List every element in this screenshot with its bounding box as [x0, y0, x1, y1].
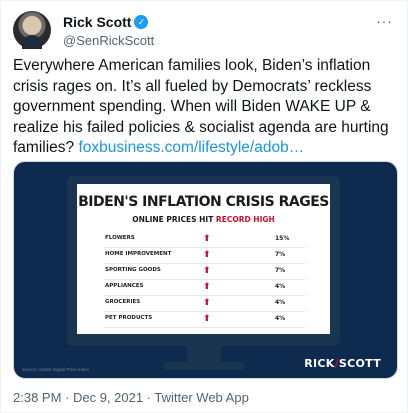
table-row: PET PRODUCTS ⬆ 4%	[105, 312, 305, 328]
row-category: SPORTING GOODS	[105, 267, 161, 273]
tweet-text: Everywhere American families look, Biden…	[13, 56, 397, 159]
row-category: GROCERIES	[105, 299, 141, 305]
up-arrow-icon: ⬆	[203, 249, 211, 259]
table-row: FLOWERS ⬆ 15%	[105, 232, 305, 248]
monitor-stand-base	[164, 362, 244, 370]
up-arrow-icon: ⬆	[203, 313, 211, 323]
row-change-value: 4%	[275, 299, 286, 306]
row-change-value: 4%	[275, 283, 286, 290]
brand-left: RICK	[304, 357, 335, 370]
author-handle[interactable]: @SenRickScott	[63, 32, 154, 50]
chart-subtitle-highlight: RECORD HIGH	[215, 215, 275, 224]
author-names: Rick Scott ✓ @SenRickScott	[63, 13, 154, 50]
tweet-header: Rick Scott ✓ @SenRickScott ···	[13, 11, 397, 51]
up-arrow-icon: ⬆	[203, 297, 211, 307]
tweet-card[interactable]: Rick Scott ✓ @SenRickScott ··· Everywhere…	[0, 0, 408, 413]
up-arrow-icon: ⬆	[203, 265, 211, 275]
tweet-timestamp[interactable]: 2:38 PM · Dec 9, 2021 · Twitter Web App	[13, 390, 249, 405]
avatar[interactable]	[13, 11, 51, 49]
monitor-graphic: BIDEN'S INFLATION CRISIS RAGES ONLINE PR…	[67, 176, 340, 346]
monitor-screen: BIDEN'S INFLATION CRISIS RAGES ONLINE PR…	[77, 184, 330, 334]
author-display-name[interactable]: Rick Scott	[63, 13, 131, 31]
row-change-value: 4%	[275, 315, 286, 322]
row-change-value: 15%	[275, 235, 290, 242]
row-category: HOME IMPROVEMENT	[105, 251, 172, 257]
more-options-icon[interactable]: ···	[376, 13, 393, 29]
table-row: HOME IMPROVEMENT ⬆ 7%	[105, 248, 305, 264]
verified-badge-icon: ✓	[134, 15, 149, 29]
tweet-media-image[interactable]: BIDEN'S INFLATION CRISIS RAGES ONLINE PR…	[13, 161, 398, 379]
up-arrow-icon: ⬆	[203, 233, 211, 243]
table-row: SPORTING GOODS ⬆ 7%	[105, 264, 305, 280]
table-row: GROCERIES ⬆ 4%	[105, 296, 305, 312]
table-row: APPLIANCES ⬆ 4%	[105, 280, 305, 296]
graphic-source: Source: Adobe Digital Price Index	[22, 367, 90, 372]
row-category: APPLIANCES	[105, 283, 144, 289]
row-change-value: 7%	[275, 251, 286, 258]
tweet-link[interactable]: foxbusiness.com/lifestyle/adob…	[78, 139, 304, 156]
row-category: PET PRODUCTS	[105, 315, 153, 321]
up-arrow-icon: ⬆	[203, 281, 211, 291]
row-change-value: 7%	[275, 267, 286, 274]
brand-right: SCOTT	[338, 357, 381, 370]
price-table: FLOWERS ⬆ 15% HOME IMPROVEMENT ⬆ 7% SPORTING G…	[105, 232, 305, 328]
chart-subtitle: ONLINE PRICES HIT RECORD HIGH	[77, 215, 330, 224]
row-category: FLOWERS	[105, 235, 135, 241]
chart-title: BIDEN'S INFLATION CRISIS RAGES	[78, 194, 329, 210]
chart-subtitle-prefix: ONLINE PRICES HIT	[132, 215, 216, 224]
brand-logo: RICK/SCOTT	[304, 357, 381, 370]
